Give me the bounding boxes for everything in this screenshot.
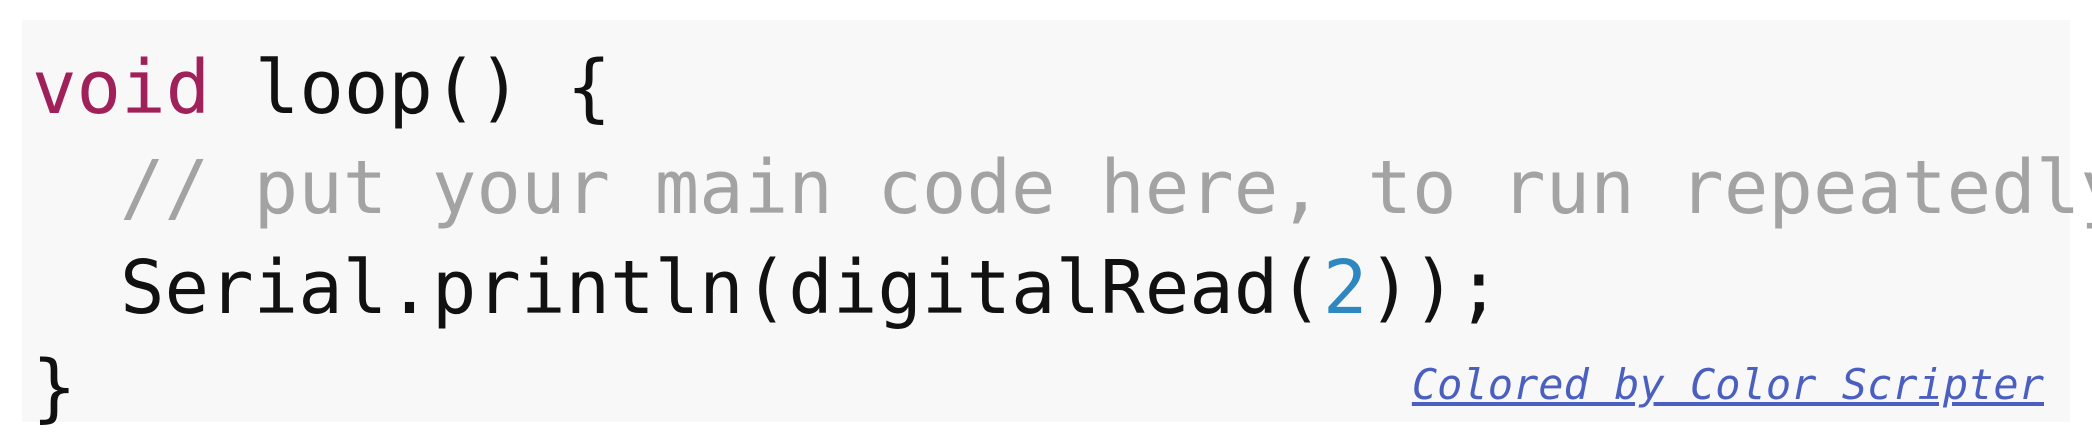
code-line-serial-print: Serial.println(digitalRead(2)); — [32, 238, 1501, 338]
closing-brace: } — [32, 345, 77, 431]
closing-parentheses: )); — [1367, 245, 1502, 331]
serial-println-call: Serial.println(digitalRead( — [120, 245, 1323, 331]
code-line-comment: // put your main code here, to run repea… — [32, 138, 2092, 238]
keyword-void: void — [32, 45, 211, 131]
numeric-literal: 2 — [1322, 245, 1368, 331]
code-line-function-signature: void loop() { — [32, 38, 611, 138]
code-comment: // put your main code here, to run repea… — [120, 145, 2092, 231]
function-declaration-text: loop() { — [210, 45, 612, 131]
code-block: void loop() { // put your main code here… — [22, 20, 2092, 431]
color-scripter-link[interactable]: Colored by Color Scripter — [1412, 360, 2044, 409]
code-line-closing-brace: } — [32, 338, 77, 438]
